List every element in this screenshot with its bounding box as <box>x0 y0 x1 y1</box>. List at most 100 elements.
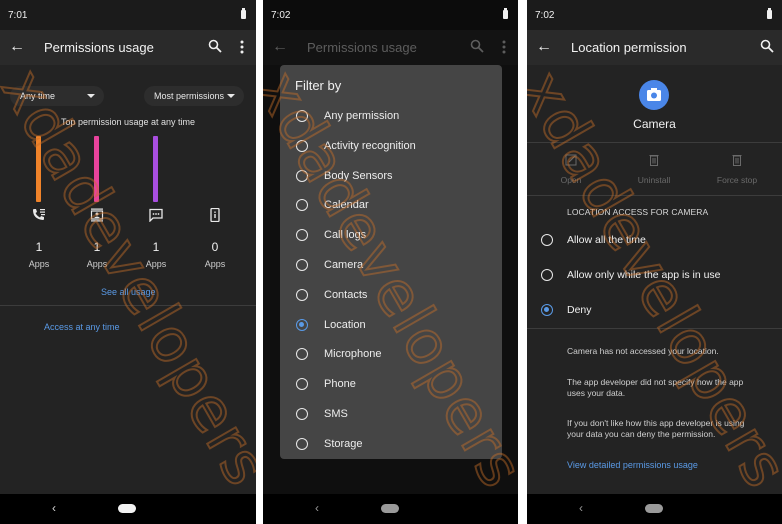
divider <box>527 142 782 143</box>
back-arrow-icon[interactable]: ← <box>536 38 552 56</box>
radio-unchecked-icon[interactable] <box>296 408 308 420</box>
nav-home-pill[interactable] <box>381 504 399 513</box>
radio-unchecked-icon[interactable] <box>296 110 308 122</box>
radio-unchecked-icon[interactable] <box>296 139 308 152</box>
nav-back-icon[interactable]: ‹ <box>52 501 56 515</box>
trash-icon <box>649 155 659 166</box>
nav-back-icon[interactable]: ‹ <box>579 501 583 515</box>
navigation-bar: ‹ <box>263 494 518 524</box>
camera-app-icon <box>639 80 669 110</box>
filter-option[interactable]: Contacts <box>280 281 502 311</box>
back-arrow-icon: ← <box>272 38 288 55</box>
info-text: If you don't like how this app developer… <box>567 418 745 439</box>
location-access-option[interactable]: Deny <box>527 296 782 324</box>
nav-home-pill[interactable] <box>645 504 663 513</box>
radio-unchecked-icon[interactable] <box>296 378 308 391</box>
usage-label: Apps <box>145 259 167 269</box>
filter-dialog-screen: 7:02 ← Permissions usage Filter by Any p… <box>263 0 518 524</box>
usage-label: Apps <box>86 259 108 269</box>
radio-checked-icon[interactable] <box>541 304 553 316</box>
radio-unchecked-icon[interactable] <box>296 259 308 271</box>
usage-count: 1 <box>35 240 43 254</box>
nav-back-icon[interactable]: ‹ <box>315 501 319 515</box>
search-icon[interactable] <box>208 39 222 53</box>
uninstall-button[interactable]: Uninstall <box>619 153 689 185</box>
usage-count: 0 <box>211 240 219 254</box>
filter-option[interactable]: Phone <box>280 370 502 400</box>
camera-icon <box>647 88 661 101</box>
location-option-label: Allow all the time <box>567 234 646 246</box>
back-arrow-icon[interactable]: ← <box>9 38 25 56</box>
filter-option[interactable]: Camera <box>280 251 502 281</box>
radio-unchecked-icon[interactable] <box>541 269 553 281</box>
filter-option[interactable]: Body Sensors <box>280 162 502 192</box>
filter-option[interactable]: SMS <box>280 400 502 430</box>
access-at-any-time-link[interactable]: Access at any time <box>44 322 120 332</box>
uninstall-label: Uninstall <box>637 175 671 185</box>
usage-bar <box>153 136 158 202</box>
filter-option[interactable]: Storage <box>280 430 502 460</box>
more-options-icon[interactable] <box>240 40 244 54</box>
filter-option-label: Body Sensors <box>324 169 393 182</box>
status-bar: 7:02 <box>263 0 518 30</box>
radio-unchecked-icon[interactable] <box>541 234 553 246</box>
radio-checked-icon[interactable] <box>296 318 308 331</box>
usage-bar <box>94 136 99 202</box>
app-name: Camera <box>633 117 676 131</box>
force-stop-button[interactable]: Force stop <box>702 153 772 185</box>
radio-unchecked-icon[interactable] <box>296 199 308 212</box>
navigation-bar: ‹ <box>527 494 782 524</box>
sort-filter-dropdown[interactable]: Most permissions <box>144 86 244 106</box>
app-bar: ← Location permission <box>527 30 782 65</box>
filter-option[interactable]: Activity recognition <box>280 132 502 162</box>
location-option-label: Allow only while the app is in use <box>567 269 721 281</box>
status-bar: 7:01 <box>0 0 256 30</box>
filter-option-label: Calendar <box>324 199 369 212</box>
location-access-option[interactable]: Allow all the time <box>527 226 782 254</box>
radio-unchecked-icon[interactable] <box>296 229 308 242</box>
filter-option[interactable]: Microphone <box>280 340 502 370</box>
filter-option-label: Phone <box>324 378 356 391</box>
filter-option-label: SMS <box>324 408 348 420</box>
usage-count: 1 <box>93 240 101 254</box>
edit-icon <box>565 154 577 166</box>
nav-home-pill[interactable] <box>118 504 136 513</box>
sort-filter-value: Most permissions <box>154 91 225 101</box>
view-detailed-usage-link[interactable]: View detailed permissions usage <box>567 460 698 470</box>
info-text: Camera has not accessed your location. <box>567 346 719 356</box>
status-bar: 7:02 <box>527 0 782 30</box>
see-all-usage-link[interactable]: See all usage <box>101 287 156 297</box>
info-text: The app developer did not specify how th… <box>567 377 744 398</box>
dropdown-caret-icon <box>227 94 235 98</box>
permissions-usage-screen: 7:01 ← Permissions usage Any time Most p… <box>0 0 256 524</box>
radio-unchecked-icon[interactable] <box>296 348 308 361</box>
phone-icon <box>210 208 220 222</box>
filter-option[interactable]: Location <box>280 311 502 341</box>
dropdown-caret-icon <box>87 94 95 98</box>
location-option-label: Deny <box>567 304 592 316</box>
page-title: Location permission <box>571 40 687 55</box>
filter-option[interactable]: Call logs <box>280 221 502 251</box>
open-button[interactable]: Open <box>536 153 606 185</box>
filter-option[interactable]: Calendar <box>280 191 502 221</box>
filter-by-dialog: Filter by Any permission Activity recogni… <box>280 65 502 459</box>
status-time: 7:01 <box>8 10 28 21</box>
search-icon[interactable] <box>760 39 774 53</box>
time-filter-dropdown[interactable]: Any time <box>10 86 104 106</box>
camera-contact-icon <box>90 208 104 222</box>
divider <box>0 305 256 306</box>
status-time: 7:02 <box>271 10 291 21</box>
filter-option[interactable]: Any permission <box>280 102 502 132</box>
sms-icon <box>149 208 163 222</box>
radio-unchecked-icon[interactable] <box>296 288 308 301</box>
open-label: Open <box>560 175 582 185</box>
more-options-icon <box>502 40 506 54</box>
chart-title: Top permission usage at any time <box>60 117 196 127</box>
filter-option-label: Microphone <box>324 348 382 361</box>
filter-option-label: Storage <box>324 437 363 450</box>
radio-unchecked-icon[interactable] <box>296 437 308 450</box>
radio-unchecked-icon[interactable] <box>296 169 308 182</box>
usage-count: 1 <box>152 240 160 254</box>
app-bar: ← Permissions usage <box>263 30 518 65</box>
location-access-option[interactable]: Allow only while the app is in use <box>527 261 782 289</box>
